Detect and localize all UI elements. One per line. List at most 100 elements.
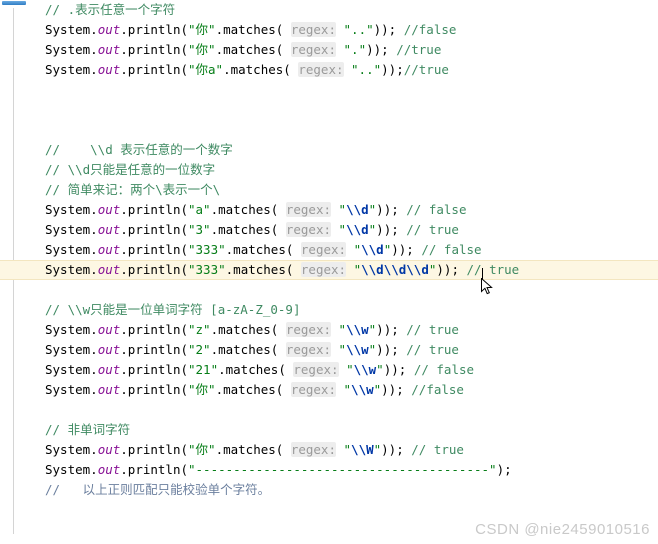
code-token-string: "你a"	[188, 62, 224, 77]
code-line[interactable]: System.out.println("你".matches( regex: "…	[0, 440, 658, 460]
code-line[interactable]	[0, 80, 658, 100]
code-token-plain: System.	[45, 42, 98, 57]
code-editor-surface[interactable]: // .表示任意一个字符 System.out.println("你".match…	[0, 0, 658, 544]
code-line[interactable]: System.out.println("2".matches( regex: "…	[0, 340, 658, 360]
code-line[interactable]: // \\d 表示任意的一个数字	[0, 140, 658, 160]
code-token-plain: ));	[381, 382, 412, 397]
code-token-plain: .matches(	[218, 362, 294, 377]
code-line-active[interactable]: System.out.println("333".matches( regex:…	[0, 260, 658, 280]
code-token-plain: .println(	[120, 262, 188, 277]
code-token-plain: .matches(	[215, 42, 291, 57]
code-token-field: out	[97, 62, 121, 77]
code-token-plain: ));	[391, 242, 422, 257]
code-token-comment: // false	[413, 362, 475, 377]
code-token-string: "你"	[188, 42, 216, 57]
code-token-plain: ));	[383, 362, 414, 377]
code-token-plain: );	[496, 462, 512, 477]
code-line[interactable]: System.out.println("a".matches( regex: "…	[0, 200, 658, 220]
code-token-plain: System.	[45, 462, 98, 477]
code-token-plain: .println(	[120, 362, 188, 377]
code-token-comment: // true	[411, 442, 464, 457]
code-token-string: "2"	[188, 342, 211, 357]
code-token-regex-escape: \\w	[351, 382, 374, 397]
code-line[interactable]: // \\d只能是任意的一位数字	[0, 160, 658, 180]
code-token-field: out	[97, 442, 121, 457]
code-line[interactable]: System.out.println("你".matches( regex: "…	[0, 40, 658, 60]
code-token-plain: .println(	[120, 442, 188, 457]
code-token-plain: ));	[373, 22, 404, 37]
code-line[interactable]: // \\w只能是一位单词字符 [a-zA-Z_0-9]	[0, 300, 658, 320]
code-token-plain: ));	[366, 42, 397, 57]
code-line[interactable]: System.out.println("你".matches( regex: "…	[0, 20, 658, 40]
code-token-plain: System.	[45, 62, 98, 77]
parameter-hint-label: regex:	[300, 242, 347, 257]
code-token-comment: // false	[406, 202, 467, 217]
code-token-comment: // \\d只能是任意的一位数字	[45, 162, 216, 177]
code-line[interactable]: // .表示任意一个字符	[0, 0, 658, 20]
code-token-regex-escape: \\w	[346, 342, 369, 357]
code-token-plain: ));	[436, 262, 467, 277]
code-line[interactable]: System.out.println("你a".matches( regex: …	[0, 60, 658, 80]
code-token-string: "你"	[188, 442, 216, 457]
code-token-string: "."	[343, 42, 367, 57]
code-token-comment: // 非单词字符	[45, 422, 131, 437]
code-token-plain: System.	[45, 442, 98, 457]
code-line[interactable]: System.out.println("21".matches( regex: …	[0, 360, 658, 380]
code-token-plain: .matches(	[210, 202, 286, 217]
code-token-plain: .println(	[120, 342, 188, 357]
code-token-field: out	[97, 222, 121, 237]
parameter-hint-label: regex:	[285, 202, 331, 217]
code-line[interactable]: System.out.println("z".matches( regex: "…	[0, 320, 658, 340]
code-token-string: "你"	[188, 382, 216, 397]
code-token-plain: .println(	[120, 42, 188, 57]
code-token-plain: System.	[45, 222, 98, 237]
code-token-comment: // true	[406, 322, 459, 337]
code-token-comment: //false	[403, 22, 457, 37]
code-token-plain: System.	[45, 262, 98, 277]
code-line[interactable]	[0, 400, 658, 420]
code-line-list[interactable]: // .表示任意一个字符 System.out.println("你".match…	[0, 0, 658, 500]
code-token-comment: // true	[406, 342, 459, 357]
code-line[interactable]: System.out.println("你".matches( regex: "…	[0, 380, 658, 400]
code-token-comment: // 以上正则匹配只能校验单个字符。	[45, 482, 271, 497]
code-token-plain: ));	[376, 222, 407, 237]
code-token-regex-escape: \\w	[346, 322, 369, 337]
code-line[interactable]	[0, 120, 658, 140]
code-line[interactable]: System.out.println("--------------------…	[0, 460, 658, 480]
code-token-field: out	[97, 382, 121, 397]
code-token-comment: // 简单来记：两个\表示一个\	[45, 182, 221, 197]
code-token-plain: System.	[45, 322, 98, 337]
code-token-plain: System.	[45, 22, 98, 37]
code-token-plain: .matches(	[210, 222, 286, 237]
code-token-comment: //false	[411, 382, 464, 397]
code-line[interactable]: // 以上正则匹配只能校验单个字符。	[0, 480, 658, 500]
code-token-plain: ));	[381, 62, 404, 77]
code-token-plain: .println(	[120, 22, 188, 37]
code-token-string: "333"	[188, 242, 226, 257]
code-token-plain: .println(	[120, 382, 188, 397]
parameter-hint-label: regex:	[290, 382, 336, 397]
code-token-string: "	[353, 262, 362, 277]
code-token-plain: ));	[376, 322, 407, 337]
code-line[interactable]: System.out.println("333".matches( regex:…	[0, 240, 658, 260]
code-token-plain: .println(	[120, 222, 188, 237]
code-line[interactable]	[0, 100, 658, 120]
code-token-regex-escape: \\d\\d\\d	[361, 262, 429, 277]
code-line[interactable]	[0, 280, 658, 300]
code-line[interactable]: System.out.println("3".matches( regex: "…	[0, 220, 658, 240]
code-line[interactable]: // 简单来记：两个\表示一个\	[0, 180, 658, 200]
code-line[interactable]: // 非单词字符	[0, 420, 658, 440]
parameter-hint-label: regex:	[285, 322, 331, 337]
code-token-comment: // true	[466, 262, 520, 277]
code-token-plain: System.	[45, 362, 98, 377]
code-token-plain: System.	[45, 342, 98, 357]
code-token-string: "333"	[188, 262, 226, 277]
code-token-string: "你"	[188, 22, 216, 37]
code-token-field: out	[97, 342, 121, 357]
